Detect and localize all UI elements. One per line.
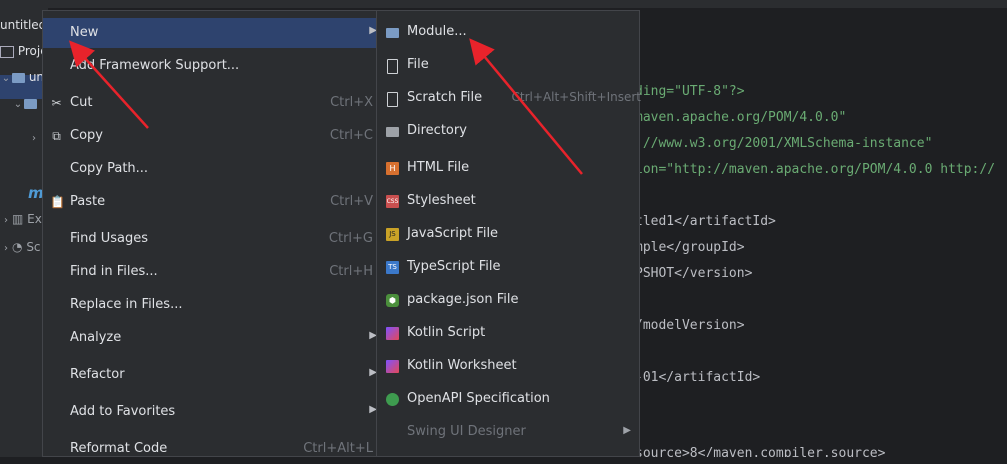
chevron-right-icon[interactable]: › <box>28 128 40 150</box>
kotlin-icon <box>386 327 399 340</box>
openapi-icon <box>386 393 399 406</box>
tree-node[interactable]: › ◔ Sc <box>0 236 41 258</box>
submenu-item-swing-ui-designer[interactable]: Swing UI Designer ▶ <box>377 417 639 447</box>
new-submenu: Module... File Scratch File Ctrl+Alt+Shi… <box>376 10 641 457</box>
ts-file-icon: TS <box>386 261 399 274</box>
submenu-item-openapi-specification[interactable]: OpenAPI Specification <box>377 384 639 414</box>
tree-node[interactable]: ⌄ un <box>0 66 44 88</box>
file-icon <box>387 59 398 74</box>
submenu-item-typescript-file[interactable]: TS TypeScript File <box>377 252 639 282</box>
code-line: maven.apache.org/POM/4.0.0" <box>635 110 847 125</box>
code-line: PSHOT</version> <box>635 266 753 281</box>
submenu-item-module[interactable]: Module... <box>377 17 639 47</box>
nodejs-icon: ⬢ <box>386 294 399 307</box>
module-icon <box>386 28 399 38</box>
chevron-right-icon[interactable]: › <box>0 238 12 260</box>
context-menu: New ▶ Add Framework Support... ✂ Cut Ctr… <box>42 10 382 457</box>
code-line: /modelVersion> <box>635 318 745 333</box>
submenu-item-html-file[interactable]: H HTML File <box>377 153 639 183</box>
code-line: mple</groupId> <box>635 240 745 255</box>
menu-item-paste[interactable]: 📋 Paste Ctrl+V <box>43 187 381 217</box>
project-view-header[interactable]: Proje <box>0 40 48 62</box>
js-file-icon: JS <box>386 228 399 241</box>
copy-icon: ⧉ <box>52 129 61 143</box>
submenu-arrow-icon: ▶ <box>623 425 631 436</box>
libraries-icon: ▥ <box>12 212 24 226</box>
project-tool-window: untitled Proje ⌄ un ⌄ › m › ▥ Ex › ◔ Sc <box>0 8 48 457</box>
code-line: -01</artifactId> <box>635 370 761 385</box>
menu-item-copy[interactable]: ⧉ Copy Ctrl+C <box>43 121 381 151</box>
project-title: untitled <box>0 18 47 32</box>
kotlin-icon <box>386 360 399 373</box>
scratch-file-icon <box>387 92 398 107</box>
chevron-down-icon[interactable]: ⌄ <box>0 68 12 90</box>
scratches-icon: ◔ <box>12 240 23 254</box>
submenu-item-file[interactable]: File <box>377 50 639 80</box>
css-file-icon: CSS <box>386 195 399 208</box>
folder-icon <box>386 127 399 137</box>
chevron-down-icon[interactable]: ⌄ <box>12 94 24 116</box>
submenu-item-kotlin-worksheet[interactable]: Kotlin Worksheet <box>377 351 639 381</box>
menu-item-cut[interactable]: ✂ Cut Ctrl+X <box>43 88 381 118</box>
tree-node[interactable]: ⌄ <box>12 92 37 114</box>
folder-icon <box>24 98 37 109</box>
menu-item-add-framework-support[interactable]: Add Framework Support... <box>43 51 381 81</box>
code-line: ding="UTF-8"?> <box>635 84 745 99</box>
submenu-item-javascript-file[interactable]: JS JavaScript File <box>377 219 639 249</box>
menu-item-reformat-code[interactable]: Reformat Code Ctrl+Alt+L <box>43 434 381 464</box>
menu-item-copy-path[interactable]: Copy Path... <box>43 154 381 184</box>
code-line: ://www.w3.org/2001/XMLSchema-instance" <box>635 136 933 151</box>
code-line: ion="http://maven.apache.org/POM/4.0.0 h… <box>635 162 996 177</box>
chevron-right-icon[interactable]: › <box>0 210 12 232</box>
submenu-item-kotlin-script[interactable]: Kotlin Script <box>377 318 639 348</box>
project-view-icon <box>0 45 14 58</box>
clipboard-icon: 📋 <box>50 195 65 209</box>
menu-item-find-usages[interactable]: Find Usages Ctrl+G <box>43 224 381 254</box>
scissors-icon: ✂ <box>51 96 62 110</box>
submenu-item-stylesheet[interactable]: CSS Stylesheet <box>377 186 639 216</box>
menu-item-new[interactable]: New ▶ <box>43 18 381 48</box>
code-line: source>8</maven.compiler.source> <box>635 446 886 457</box>
menu-item-analyze[interactable]: Analyze ▶ <box>43 323 381 353</box>
code-line: tled1</artifactId> <box>635 214 776 229</box>
module-folder-icon <box>12 72 25 83</box>
menu-item-replace-in-files[interactable]: Replace in Files... <box>43 290 381 320</box>
title-bar <box>0 0 1007 8</box>
menu-item-refactor[interactable]: Refactor ▶ <box>43 360 381 390</box>
menu-item-find-in-files[interactable]: Find in Files... Ctrl+H <box>43 257 381 287</box>
submenu-item-package-json[interactable]: ⬢ package.json File <box>377 285 639 315</box>
submenu-item-scratch-file[interactable]: Scratch File Ctrl+Alt+Shift+Insert <box>377 83 641 113</box>
code-editor[interactable]: ding="UTF-8"?> maven.apache.org/POM/4.0.… <box>630 8 1007 457</box>
tree-node[interactable]: › ▥ Ex <box>0 208 42 230</box>
menu-item-add-to-favorites[interactable]: Add to Favorites ▶ <box>43 397 381 427</box>
html-file-icon: H <box>386 162 399 175</box>
tree-node[interactable]: › <box>28 126 40 148</box>
submenu-item-directory[interactable]: Directory <box>377 116 639 146</box>
